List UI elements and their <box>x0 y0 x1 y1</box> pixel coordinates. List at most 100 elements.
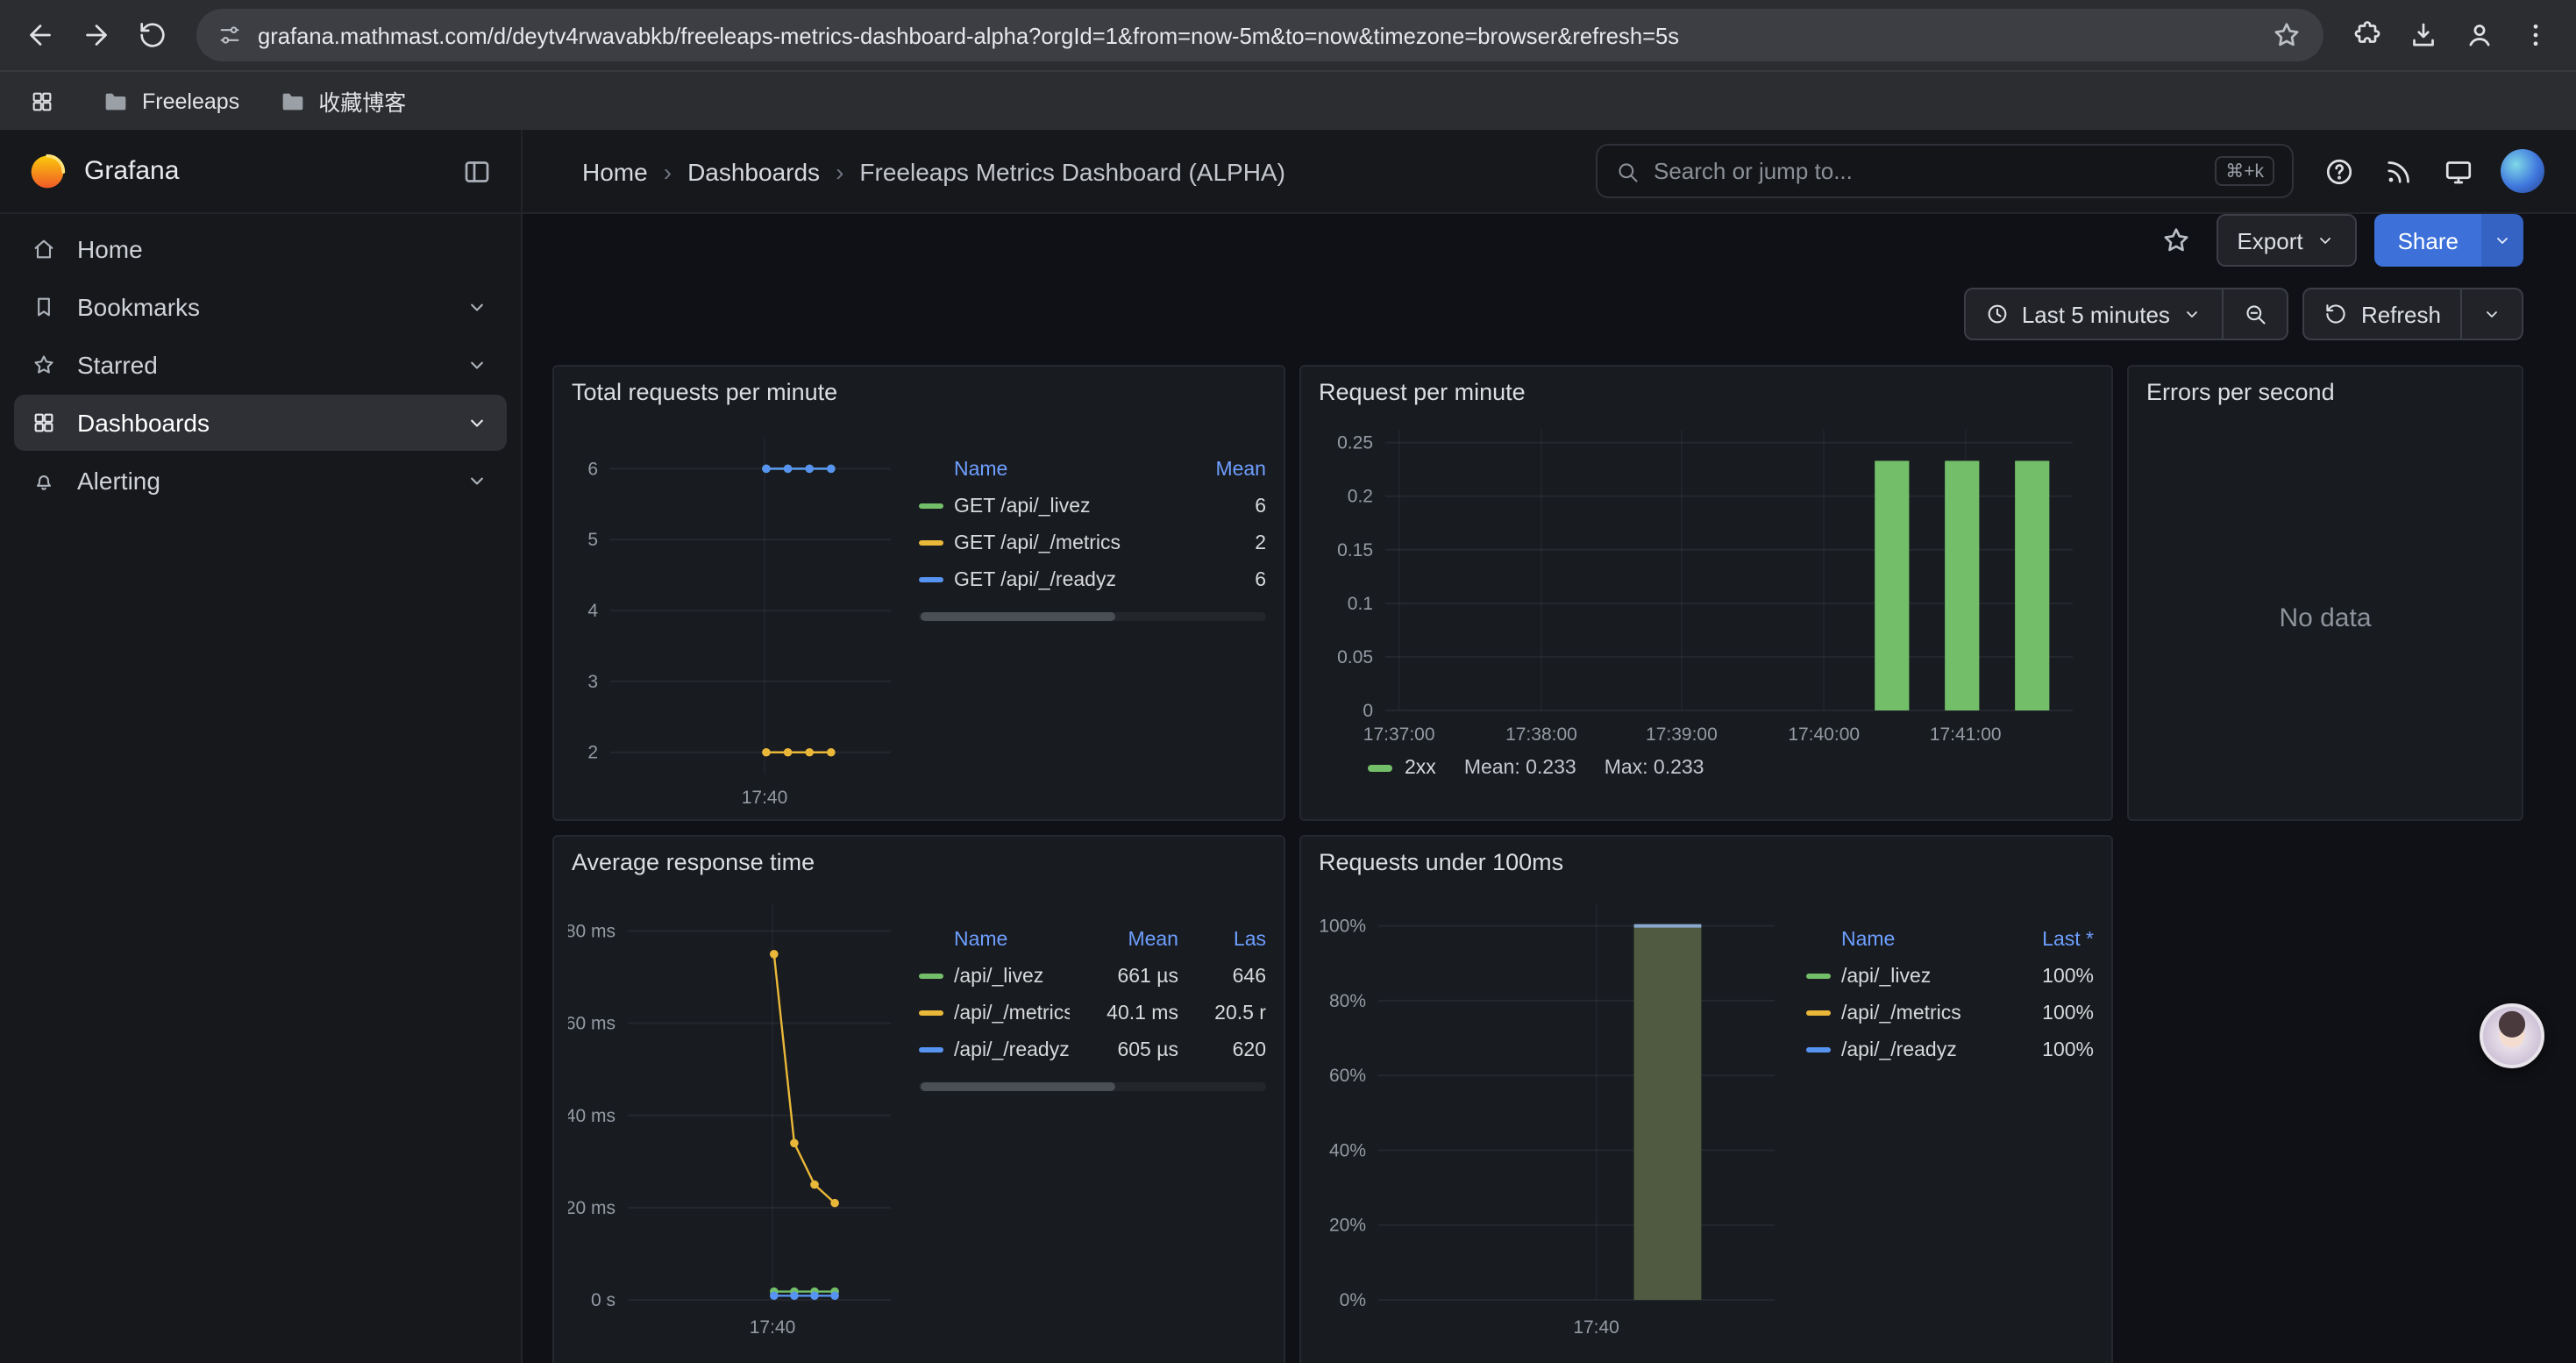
expand-chevron[interactable] <box>465 468 489 493</box>
sidebar-item-label: Bookmarks <box>77 293 200 321</box>
back-button[interactable] <box>14 9 67 61</box>
panel-title[interactable]: Total requests per minute <box>554 367 1284 416</box>
sidebar-item-alerting[interactable]: Alerting <box>14 453 507 509</box>
breadcrumb-current: Freeleaps Metrics Dashboard (ALPHA) <box>859 157 1285 185</box>
sidebar-item-dashboards[interactable]: Dashboards <box>14 395 507 451</box>
timeseries-chart[interactable]: 2345617:40 <box>568 416 901 812</box>
legend-header-last[interactable]: Last * <box>2006 929 2094 950</box>
share-button[interactable]: Share <box>2375 214 2481 267</box>
breadcrumb-home[interactable]: Home <box>582 157 648 185</box>
refresh-button[interactable]: Refresh <box>2303 288 2462 340</box>
news-button[interactable] <box>2374 146 2423 196</box>
panel-title[interactable]: Request per minute <box>1301 367 2111 416</box>
sidebar-item-home[interactable]: Home <box>14 221 507 277</box>
refresh-label: Refresh <box>2361 301 2441 327</box>
star-icon <box>2160 225 2191 256</box>
forward-button[interactable] <box>70 9 123 61</box>
panel-title[interactable]: Errors per second <box>2129 367 2522 416</box>
legend-header-name[interactable]: Name <box>1806 929 1996 950</box>
legend-header-name[interactable]: Name <box>919 929 1070 950</box>
bar-chart[interactable]: 00.050.10.150.20.2517:37:0017:38:0017:39… <box>1322 416 2094 749</box>
series-color-dash <box>1806 974 1831 980</box>
downloads-button[interactable] <box>2397 9 2450 61</box>
zoom-out-button[interactable] <box>2223 288 2289 340</box>
legend-row[interactable]: /api/_/metrics 40.1 ms 20.5 r <box>919 995 1266 1031</box>
legend-table: Name Mean GET /api/_livez 6 GET /api/_/m… <box>919 416 1266 809</box>
panel-title[interactable]: Average response time <box>554 837 1284 886</box>
breadcrumb-separator: › <box>664 157 672 185</box>
share-dropdown-button[interactable] <box>2481 214 2523 267</box>
breadcrumb-dashboards[interactable]: Dashboards <box>687 157 820 185</box>
reload-button[interactable] <box>126 9 179 61</box>
expand-chevron[interactable] <box>465 295 489 319</box>
svg-text:4: 4 <box>587 601 598 621</box>
kiosk-mode-button[interactable] <box>2434 146 2483 196</box>
extensions-button[interactable] <box>2341 9 2394 61</box>
expand-chevron[interactable] <box>465 353 489 377</box>
panel-requests-per-minute: Request per minute 00.050.10.150.20.2517… <box>1299 365 2113 821</box>
browser-menu-button[interactable] <box>2509 9 2562 61</box>
bookmark-label: 收藏博客 <box>318 84 406 118</box>
series-max: Max: 0.233 <box>1605 758 1704 779</box>
series-name[interactable]: 2xx <box>1405 758 1436 779</box>
help-circle-icon <box>2323 155 2355 187</box>
legend-row[interactable]: /api/_livez 100% <box>1806 958 2094 995</box>
home-icon <box>32 237 56 261</box>
sidebar-item-bookmarks[interactable]: Bookmarks <box>14 279 507 335</box>
svg-text:40%: 40% <box>1329 1140 1366 1160</box>
bookmark-item-freeleaps[interactable]: Freeleaps <box>102 87 239 115</box>
legend-row[interactable]: GET /api/_/metrics 2 <box>919 525 1266 561</box>
legend-header-name[interactable]: Name <box>919 459 1164 480</box>
url-bar[interactable]: grafana.mathmast.com/d/deytv4rwavabkb/fr… <box>196 9 2323 61</box>
series-last: 100% <box>2006 966 2094 987</box>
series-color-dash <box>1806 1047 1831 1053</box>
bookmark-item-blogs[interactable]: 收藏博客 <box>278 84 406 118</box>
svg-text:0.1: 0.1 <box>1348 594 1373 614</box>
kebab-menu-icon <box>2520 19 2551 51</box>
sidebar-item-starred[interactable]: Starred <box>14 337 507 393</box>
grafana-logo[interactable] <box>28 152 67 190</box>
legend-header-mean[interactable]: Mean <box>1080 929 1178 950</box>
svg-text:20%: 20% <box>1329 1216 1366 1236</box>
legend-row[interactable]: GET /api/_livez 6 <box>919 488 1266 525</box>
svg-text:20 ms: 20 ms <box>568 1198 616 1218</box>
bar-chart[interactable]: 0%20%40%60%80%100%17:40 <box>1315 886 1789 1342</box>
panel-avg-response-time: Average response time 0 s20 ms40 ms60 ms… <box>552 835 1285 1363</box>
svg-text:5: 5 <box>587 530 598 550</box>
scrollbar-thumb[interactable] <box>921 612 1115 621</box>
legend-header-mean[interactable]: Mean <box>1175 459 1266 480</box>
time-range-picker[interactable]: Last 5 minutes <box>1964 288 2224 340</box>
user-avatar[interactable] <box>2501 149 2544 193</box>
search-box[interactable]: ⌘+k <box>1596 144 2294 198</box>
legend-row[interactable]: /api/_/readyz 605 µs 620 <box>919 1031 1266 1068</box>
legend-row[interactable]: /api/_/metrics 100% <box>1806 995 2094 1031</box>
favorite-dashboard-button[interactable] <box>2153 218 2198 263</box>
site-settings-icon[interactable] <box>217 23 242 47</box>
help-button[interactable] <box>2315 146 2364 196</box>
bookmark-star-icon[interactable] <box>2271 19 2302 51</box>
svg-text:80%: 80% <box>1329 991 1366 1011</box>
legend-row[interactable]: GET /api/_/readyz 6 <box>919 561 1266 598</box>
legend-scrollbar[interactable] <box>919 1082 1266 1091</box>
apps-grid-icon <box>30 89 54 113</box>
legend-row[interactable]: /api/_/readyz 100% <box>1806 1031 2094 1068</box>
expand-chevron[interactable] <box>465 410 489 435</box>
scrollbar-thumb[interactable] <box>921 1082 1115 1091</box>
panel-title[interactable]: Requests under 100ms <box>1301 837 2111 886</box>
reload-icon <box>137 19 168 51</box>
legend-row[interactable]: /api/_livez 661 µs 646 <box>919 958 1266 995</box>
apps-grid-button[interactable] <box>21 80 63 122</box>
series-name: /api/_/metrics <box>1841 1003 1961 1024</box>
legend-header-last[interactable]: Las <box>1189 929 1266 950</box>
floating-assistant-avatar[interactable] <box>2480 1003 2544 1068</box>
timeseries-chart[interactable]: 0 s20 ms40 ms60 ms80 ms17:40 <box>568 886 901 1342</box>
series-name: GET /api/_livez <box>954 496 1091 517</box>
export-button[interactable]: Export <box>2216 214 2357 267</box>
series-mean: 605 µs <box>1080 1039 1178 1060</box>
search-input[interactable] <box>1654 158 2201 184</box>
browser-profile-button[interactable] <box>2453 9 2506 61</box>
sidebar-toggle-button[interactable] <box>461 155 493 187</box>
legend-scrollbar[interactable] <box>919 612 1266 621</box>
grafana-header: Grafana Home › Dashboards › Freeleaps Me… <box>0 130 2576 214</box>
refresh-interval-dropdown[interactable] <box>2460 288 2523 340</box>
